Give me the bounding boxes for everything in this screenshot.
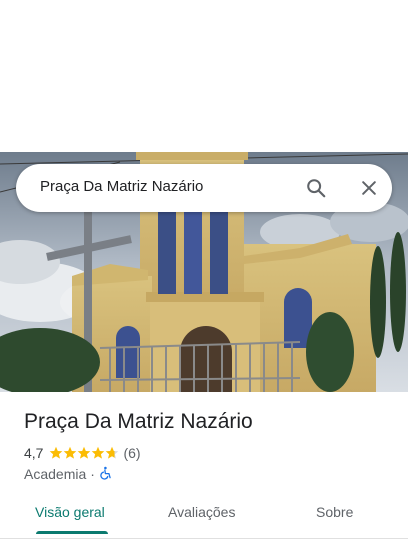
wheelchair-icon [99, 466, 113, 483]
star-icon [78, 446, 91, 459]
active-tab-indicator [36, 531, 108, 534]
place-title: Praça Da Matriz Nazário [24, 410, 253, 433]
category-row: Academia · [24, 465, 113, 483]
search-input[interactable]: Praça Da Matriz Nazário [40, 178, 203, 195]
separator-dot: · [90, 466, 95, 482]
search-icon[interactable] [303, 175, 329, 201]
rating-row[interactable]: 4,7 (6) [24, 444, 141, 462]
search-bar[interactable]: Praça Da Matriz Nazário [16, 164, 392, 212]
star-icon [50, 446, 63, 459]
tabs-divider [0, 538, 408, 539]
star-rating [49, 446, 119, 460]
place-panel: Praça Da Matriz Nazário Praça Da Matriz … [0, 0, 408, 544]
review-count[interactable]: (6) [123, 445, 140, 461]
tab-about[interactable]: Sobre [316, 504, 353, 520]
tab-overview[interactable]: Visão geral [35, 504, 105, 520]
star-icon [64, 446, 77, 459]
half-star-icon [106, 446, 119, 459]
tab-reviews[interactable]: Avaliações [168, 504, 235, 520]
close-icon[interactable] [356, 175, 382, 201]
star-icon [92, 446, 105, 459]
category-label: Academia [24, 466, 87, 482]
place-tabs: Visão geral Avaliações Sobre [0, 496, 408, 536]
rating-value: 4,7 [24, 445, 44, 461]
